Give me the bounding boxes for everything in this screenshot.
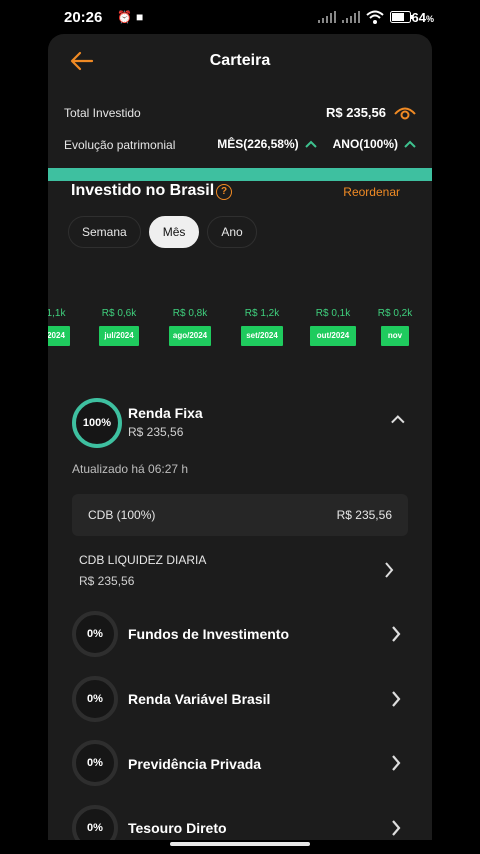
evolution-label: Evolução patrimonial	[64, 138, 176, 152]
up-arrow-icon	[304, 140, 317, 148]
category-name[interactable]: Tesouro Direto	[128, 820, 227, 836]
chart-bar[interactable]: R$ 0,6k jul/2024	[87, 308, 151, 346]
page-title: Carteira	[209, 52, 271, 69]
chart-bar[interactable]: R$ 1,2k set/2024	[230, 308, 294, 346]
status-time: 20:26	[64, 9, 103, 26]
header: Carteira	[48, 34, 432, 90]
reorder-link[interactable]: Reordenar	[343, 185, 400, 199]
chart-value-label: R$ 1,2k	[244, 308, 280, 319]
renda-fixa-value: R$ 235,56	[128, 425, 184, 439]
chart-value-label: R$ 0,8k	[172, 308, 208, 319]
total-invested-value: R$ 235,56	[326, 105, 386, 120]
category-name[interactable]: Previdência Privada	[128, 756, 261, 772]
status-icons	[318, 9, 414, 25]
alarm-icon: ⏰	[117, 10, 132, 24]
up-arrow-icon	[404, 140, 416, 148]
eye-icon[interactable]	[394, 104, 416, 122]
chart-value-label: R$ 0,1k	[315, 308, 351, 319]
status-bar: 20:26 ⏰ ■ 64%	[0, 0, 480, 34]
cdb-value: R$ 235,56	[336, 508, 392, 522]
chart-category-label: 2024	[48, 326, 70, 346]
chevron-right-icon[interactable]	[391, 691, 401, 707]
divider-accent	[48, 168, 432, 181]
evolution-row: Evolução patrimonial MÊS(226,58%) ANO(10…	[64, 136, 416, 156]
chart-bar[interactable]: R$ 0,1k out/2024	[301, 308, 365, 346]
signal-icon	[318, 11, 336, 23]
chart-category-label: set/2024	[241, 326, 283, 346]
chart-category-label: jul/2024	[99, 326, 139, 346]
chevron-right-icon[interactable]	[391, 755, 401, 771]
category-name[interactable]: Fundos de Investimento	[128, 626, 289, 642]
chart-value-label: R$ 0,2k	[377, 308, 413, 319]
cdb-label: CDB (100%)	[88, 508, 156, 522]
total-invested-row: Total Investido R$ 235,56	[64, 104, 416, 124]
chart-bar[interactable]: R$ 0,8k ago/2024	[158, 308, 222, 346]
evolution-values: MÊS(226,58%) ANO(100%)	[217, 137, 416, 151]
period-tabs: Semana Mês Ano	[68, 216, 257, 248]
renda-fixa-percent-ring: 100%	[72, 398, 122, 448]
chart-bar[interactable]: R$ 0,2k nov	[363, 308, 427, 346]
category-percent-ring: 0%	[72, 611, 118, 657]
tab-semana[interactable]: Semana	[68, 216, 141, 248]
chart-bar[interactable]: 1,1k 2024	[48, 308, 88, 346]
signal-icon-2	[342, 11, 360, 23]
renda-fixa-name[interactable]: Renda Fixa	[128, 405, 203, 421]
total-invested-label: Total Investido	[64, 106, 141, 120]
monthly-chart: 1,1k 2024 R$ 0,6k jul/2024 R$ 0,8k ago/2024 R$…	[48, 308, 432, 348]
cdb-summary: CDB (100%) R$ 235,56	[72, 494, 408, 536]
chevron-up-icon[interactable]	[389, 414, 405, 426]
chart-category-label: ago/2024	[169, 326, 211, 346]
video-icon: ■	[136, 10, 144, 24]
app-screen: Carteira Total Investido R$ 235,56 Evolu…	[48, 34, 432, 840]
tab-ano[interactable]: Ano	[207, 216, 257, 248]
chart-category-label: out/2024	[310, 326, 356, 346]
help-icon[interactable]: ?	[216, 184, 232, 200]
category-percent-ring: 0%	[72, 740, 118, 786]
battery-percent: 64%	[411, 10, 434, 25]
chart-category-label: nov	[381, 326, 409, 346]
wifi-icon	[366, 10, 384, 24]
chevron-right-icon[interactable]	[391, 626, 401, 642]
chart-value-label: R$ 0,6k	[101, 308, 137, 319]
home-indicator[interactable]	[170, 842, 310, 846]
category-name[interactable]: Renda Variável Brasil	[128, 691, 270, 707]
chevron-right-icon[interactable]	[384, 562, 394, 578]
chevron-right-icon[interactable]	[391, 820, 401, 836]
category-percent-ring: 0%	[72, 676, 118, 722]
chart-value-label: 1,1k	[48, 308, 66, 319]
tab-mes[interactable]: Mês	[148, 216, 200, 248]
category-percent-ring: 0%	[72, 805, 118, 840]
month-evolution: MÊS(226,58%)	[217, 137, 299, 151]
year-evolution: ANO(100%)	[332, 137, 398, 151]
cdb-liquidez-name[interactable]: CDB LIQUIDEZ DIARIA	[79, 553, 206, 567]
battery-icon	[390, 11, 413, 23]
updated-text: Atualizado há 06:27 h	[72, 462, 189, 476]
cdb-liquidez-value: R$ 235,56	[79, 574, 135, 588]
section-title: Investido no Brasil	[71, 182, 215, 199]
